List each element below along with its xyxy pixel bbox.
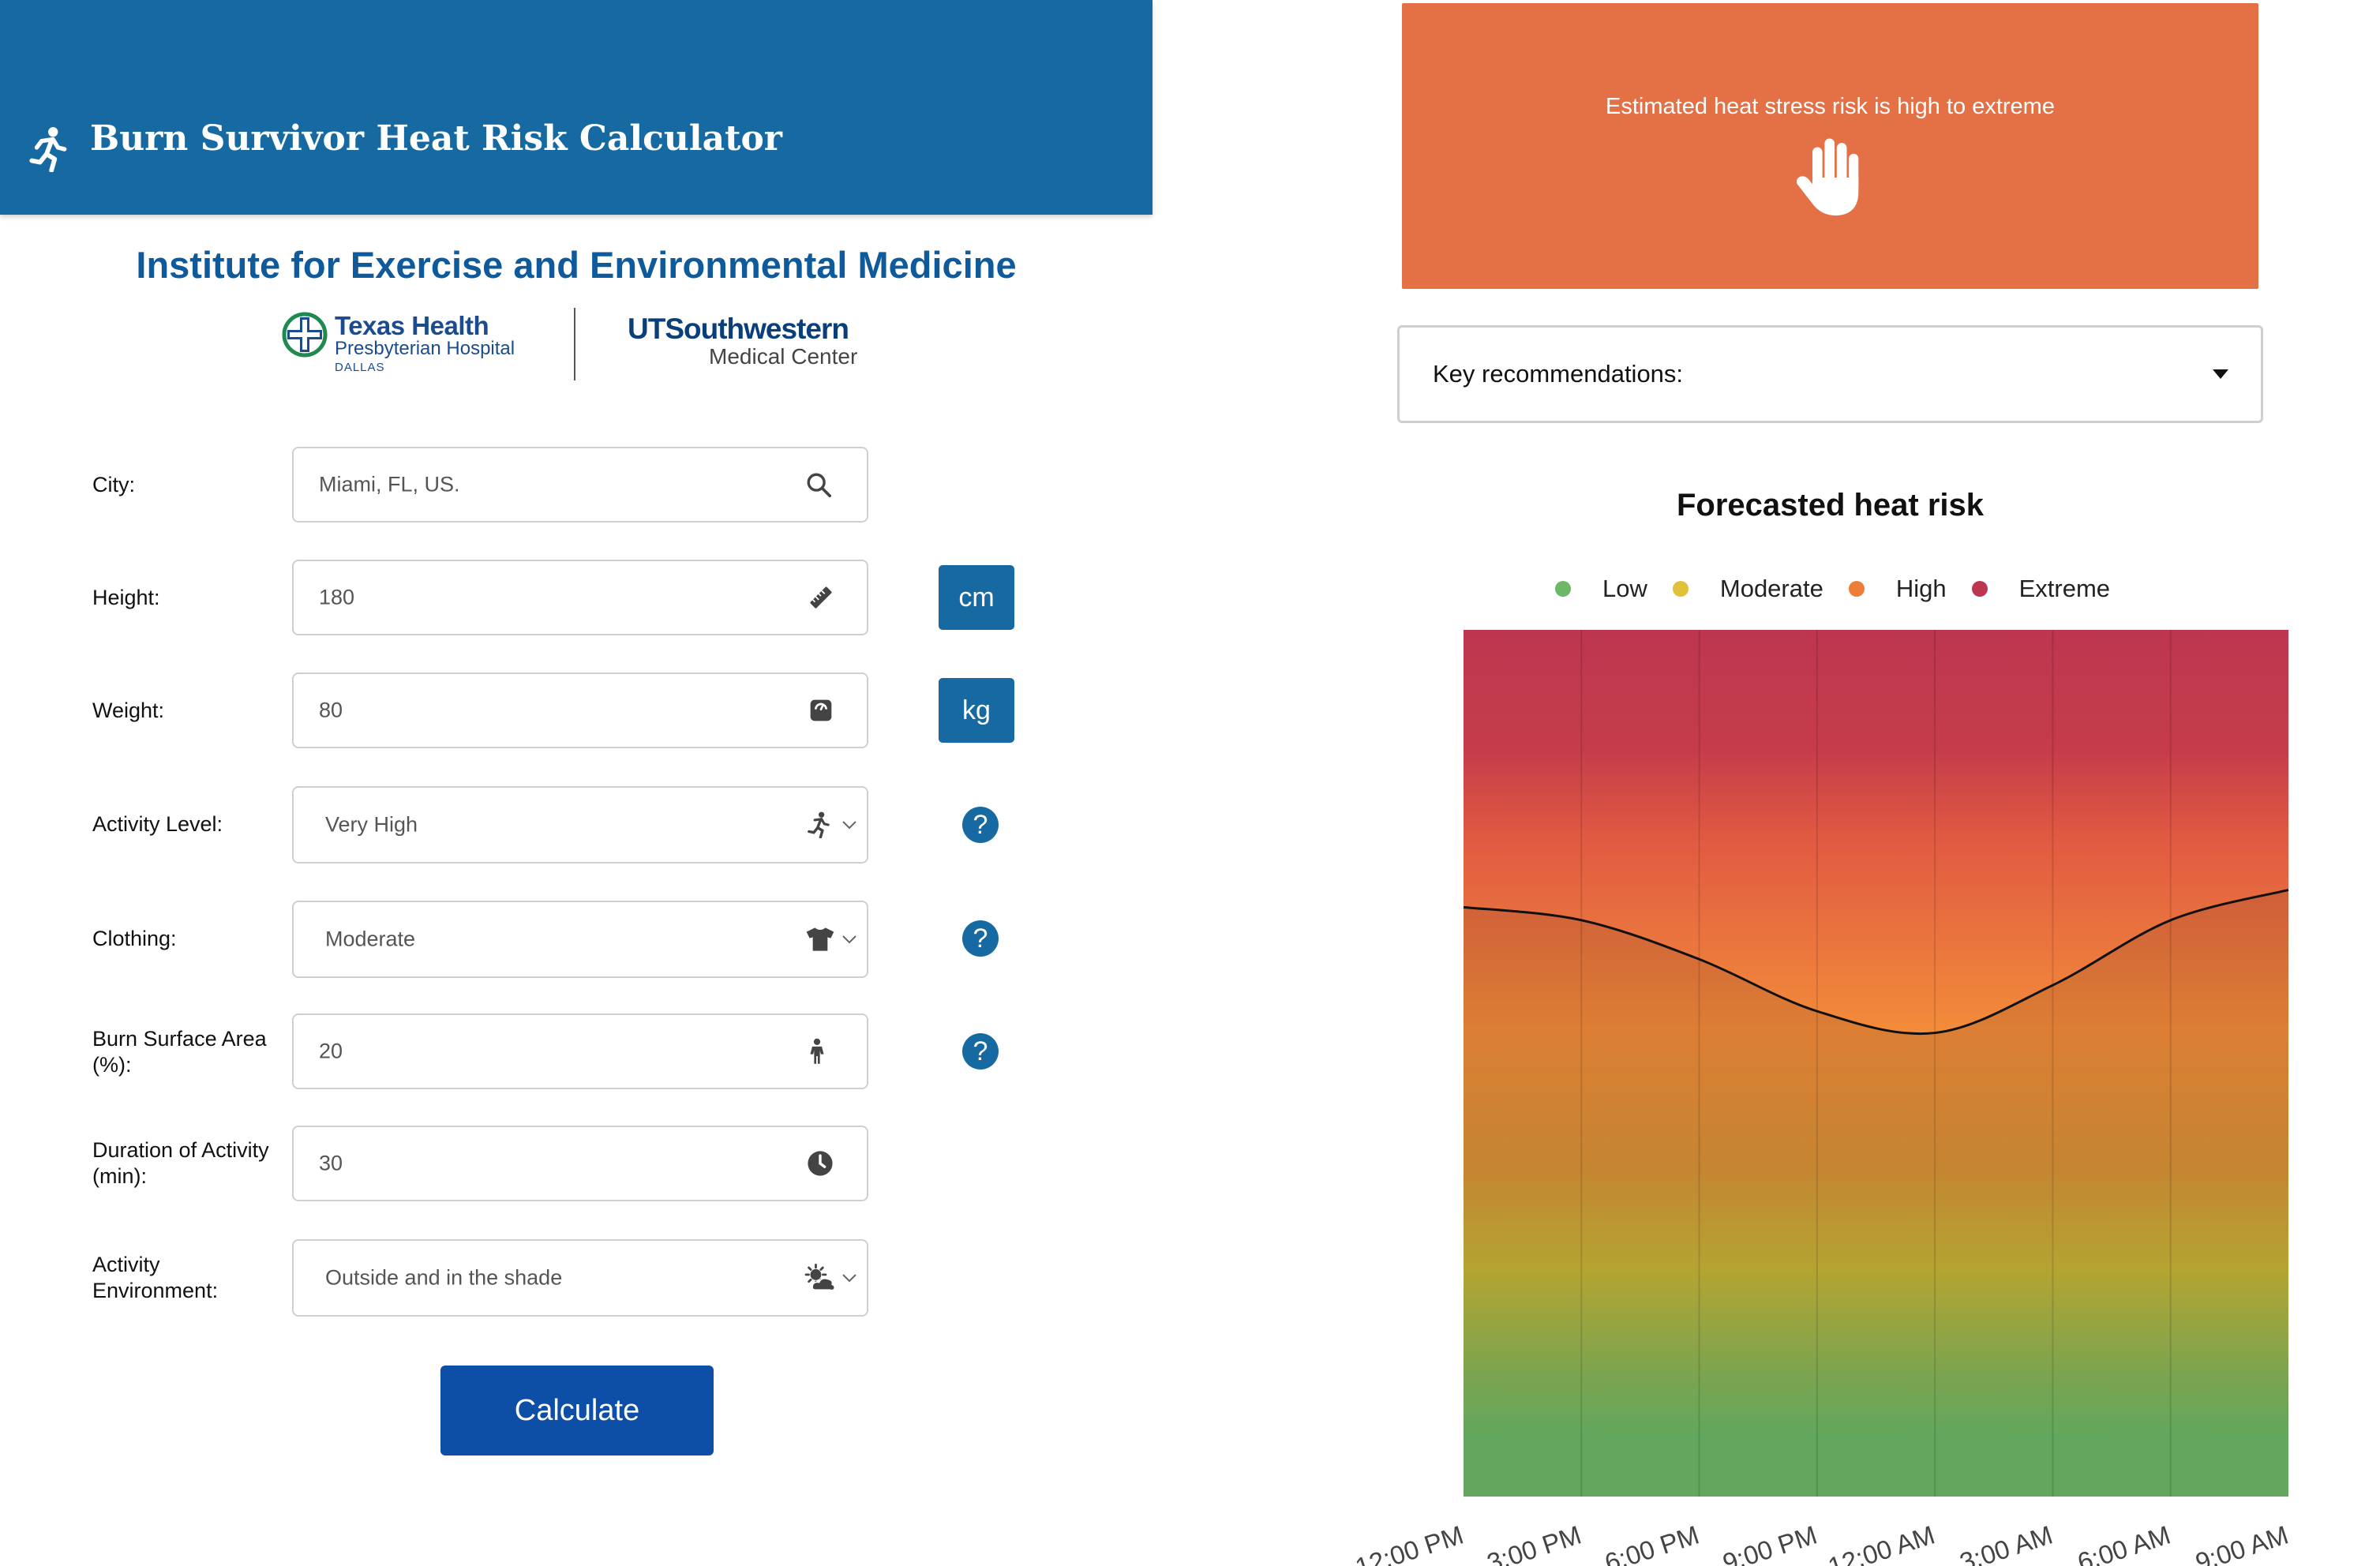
ut-southwestern-sub: Medical Center	[709, 344, 858, 369]
app-header: Burn Survivor Heat Risk Calculator	[0, 0, 1153, 215]
risk-banner: Estimated heat stress risk is high to ex…	[1402, 3, 2258, 289]
x-tick-label: 6:00 AM	[2074, 1519, 2174, 1566]
heat-risk-chart: 12:00 PM 3:00 PM 6:00 PM 9:00 PM 12:00 AM 3:0…	[1351, 630, 2292, 1566]
running-person-icon	[808, 811, 830, 838]
sun-cloud-icon	[804, 1264, 836, 1291]
x-tick-label: 6:00 PM	[1601, 1519, 1702, 1566]
environment-select[interactable]: Outside and in the shade	[292, 1239, 868, 1317]
weight-label: Weight:	[92, 699, 165, 722]
legend-item-high[interactable]: High	[1848, 575, 1947, 603]
chevron-down-icon[interactable]	[841, 1273, 857, 1283]
clock-icon	[808, 1151, 833, 1176]
x-tick-label: 9:00 PM	[1719, 1519, 1820, 1566]
legend-item-low[interactable]: Low	[1555, 575, 1647, 603]
activity-level-label: Activity Level:	[92, 812, 223, 836]
chevron-down-icon[interactable]	[841, 820, 857, 830]
x-tick-label: 12:00 PM	[1351, 1519, 1467, 1566]
tshirt-icon	[806, 927, 834, 951]
duration-label: Duration of Activity (min):	[92, 1138, 269, 1188]
duration-value: 30	[319, 1151, 343, 1175]
x-tick-label: 3:00 AM	[1956, 1519, 2056, 1566]
height-value: 180	[319, 585, 355, 609]
height-unit-button[interactable]: cm	[939, 565, 1014, 630]
running-person-icon	[29, 127, 67, 172]
texas-health-logo-icon	[282, 312, 328, 358]
legend-label-moderate: Moderate	[1719, 575, 1823, 602]
city-label: City:	[92, 473, 135, 496]
clothing-help-button[interactable]: ?	[962, 920, 999, 957]
texas-health-city: DALLAS	[335, 361, 385, 374]
height-label: Height:	[92, 586, 160, 609]
legend-item-extreme[interactable]: Extreme	[1971, 575, 2111, 603]
environment-value: Outside and in the shade	[325, 1265, 563, 1290]
weight-value: 80	[319, 698, 343, 722]
city-value: Miami, FL, US.	[319, 472, 460, 496]
legend-dot-extreme	[1971, 581, 1988, 597]
x-axis-tick-labels: 12:00 PM 3:00 PM 6:00 PM 9:00 PM 12:00 AM 3:0…	[1351, 1519, 2292, 1566]
activity-level-select[interactable]: Very High	[292, 786, 868, 864]
person-icon	[810, 1038, 824, 1064]
burn-surface-help-button[interactable]: ?	[962, 1033, 999, 1070]
weight-unit-button[interactable]: kg	[939, 678, 1014, 743]
legend-dot-high	[1848, 581, 1865, 597]
legend-dot-moderate	[1672, 581, 1688, 597]
activity-level-value: Very High	[325, 812, 418, 837]
key-recommendations-dropdown[interactable]: Key recommendations:	[1397, 325, 2263, 423]
x-tick-label: 12:00 AM	[1824, 1519, 1938, 1566]
burn-surface-value: 20	[319, 1039, 343, 1063]
chart-legend: Low Moderate High Extreme	[1555, 571, 2135, 606]
key-recommendations-label: Key recommendations:	[1433, 360, 1684, 388]
legend-label-low: Low	[1602, 575, 1647, 602]
duration-input[interactable]: 30	[292, 1126, 868, 1201]
raised-hand-icon	[1796, 138, 1859, 216]
ruler-icon	[810, 586, 832, 609]
burn-surface-input[interactable]: 20	[292, 1013, 868, 1089]
x-tick-label: 9:00 AM	[2192, 1519, 2292, 1566]
legend-label-high: High	[1895, 575, 1947, 602]
activity-level-help-button[interactable]: ?	[962, 807, 999, 843]
clothing-value: Moderate	[325, 927, 416, 951]
chart-title: Forecasted heat risk	[1676, 488, 1985, 523]
chevron-down-icon[interactable]	[841, 935, 857, 944]
texas-health-sub: Presbyterian Hospital	[335, 338, 515, 359]
environment-label: Activity Environment:	[92, 1253, 219, 1302]
app-title: Burn Survivor Heat Risk Calculator	[90, 118, 782, 159]
caret-down-icon[interactable]	[2212, 369, 2229, 380]
legend-item-moderate[interactable]: Moderate	[1672, 575, 1823, 603]
calculate-button[interactable]: Calculate	[440, 1366, 714, 1455]
legend-label-extreme: Extreme	[2018, 575, 2111, 602]
legend-dot-low	[1555, 581, 1571, 597]
logo-divider	[574, 308, 575, 380]
clothing-select[interactable]: Moderate	[292, 901, 868, 978]
burn-surface-label: Burn Surface Area (%):	[92, 1027, 267, 1077]
scale-icon	[810, 699, 832, 721]
texas-health-name: Texas Health	[335, 311, 489, 340]
weight-input[interactable]: 80	[292, 672, 868, 748]
search-icon[interactable]	[805, 471, 832, 498]
institute-title: Institute for Exercise and Environmental…	[136, 244, 1017, 286]
height-input[interactable]: 180	[292, 560, 868, 635]
x-tick-label: 3:00 PM	[1483, 1519, 1584, 1566]
ut-southwestern-name: UTSouthwestern	[628, 313, 849, 345]
clothing-label: Clothing:	[92, 927, 177, 950]
city-input[interactable]: Miami, FL, US.	[292, 447, 868, 523]
risk-banner-text: Estimated heat stress risk is high to ex…	[1606, 94, 2055, 119]
